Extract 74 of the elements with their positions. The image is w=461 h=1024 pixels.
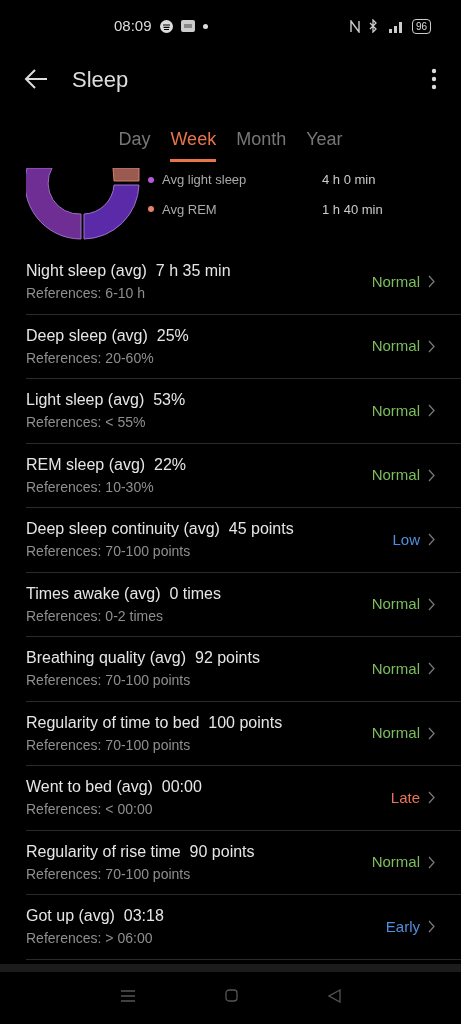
metric-title: Night sleep (avg) 7 h 35 min <box>26 261 231 282</box>
metric-status: Early <box>385 916 420 937</box>
metric-reference: References: 0-2 times <box>26 606 164 626</box>
chevron-right-icon <box>428 404 435 418</box>
metric-row[interactable]: Deep sleep (avg) 25% References: 20-60% Normal <box>26 314 461 379</box>
metric-reference: References: 70-100 points <box>26 671 192 691</box>
chevron-right-icon <box>428 533 435 547</box>
chevron-right-icon <box>428 855 435 869</box>
legend-label: Avg REM <box>162 200 218 219</box>
more-options-icon[interactable] <box>431 68 437 90</box>
metric-status: Normal <box>371 465 420 485</box>
metric-row[interactable]: REM sleep (avg) 22% References: 10-30% Normal <box>26 443 461 508</box>
metric-title: Times awake (avg) 0 times <box>26 583 221 604</box>
metric-status: Normal <box>371 723 420 743</box>
period-tab[interactable]: Week <box>170 126 217 162</box>
metric-reference: References: 20-60% <box>26 348 155 368</box>
legend-value: 1 h 40 min <box>322 200 383 219</box>
metric-status: Normal <box>371 594 420 614</box>
metric-status: Normal <box>371 852 420 872</box>
metric-title: Deep sleep (avg) 25% <box>26 325 189 346</box>
metric-title: Went to bed (avg) 00:00 <box>26 777 202 798</box>
chevron-right-icon <box>428 662 435 676</box>
chevron-right-icon <box>428 791 435 805</box>
chevron-right-icon <box>428 726 435 740</box>
chevron-right-icon <box>428 597 435 611</box>
legend-value: 4 h 0 min <box>322 171 376 189</box>
metric-title: Light sleep (avg) 53% <box>26 390 186 411</box>
chevron-right-icon <box>428 468 435 482</box>
chevron-right-icon <box>428 275 435 289</box>
metric-title: REM sleep (avg) 22% <box>26 454 187 475</box>
metric-title: Deep sleep continuity (avg) 45 points <box>26 519 294 540</box>
notification-dot-icon <box>202 23 208 29</box>
signal-icon <box>387 19 404 33</box>
metric-status: Normal <box>371 271 420 292</box>
metric-row[interactable]: Regularity of time to bed 100 points References: 70-100 points Normal <box>26 701 461 766</box>
home-icon[interactable] <box>224 989 238 1002</box>
metric-row[interactable]: Breathing quality (avg) 92 points References: 70-100 points Normal <box>26 637 461 702</box>
metric-row[interactable]: Regularity of rise time 90 points References: 70-100 points Normal <box>26 830 461 895</box>
metric-row[interactable]: Deep sleep continuity (avg) 45 points References: 70-100 points Low <box>26 508 461 573</box>
metric-reference: References: 6-10 h <box>26 284 147 304</box>
metric-reference: References: 70-100 points <box>26 735 192 755</box>
metric-title: Breathing quality (avg) 92 points <box>26 648 260 669</box>
metric-reference: References: < 00:00 <box>26 800 154 820</box>
metric-row[interactable]: Went to bed (avg) 00:00 References: < 00:00 Late <box>26 766 461 831</box>
metric-row[interactable]: Light sleep (avg) 53% References: < 55% Normal <box>26 379 461 444</box>
menu-icon[interactable] <box>120 989 135 1002</box>
battery-indicator: 96 <box>411 18 431 34</box>
metric-reference: References: > 06:00 <box>26 929 154 949</box>
metric-reference: References: 70-100 points <box>26 864 192 884</box>
back-icon[interactable] <box>24 69 48 89</box>
metric-title: Got up (avg) 03:18 <box>26 906 164 927</box>
period-tab[interactable]: Day <box>118 126 151 162</box>
metric-title: Regularity of rise time 90 points <box>26 841 255 862</box>
period-tab[interactable]: Month <box>236 126 287 162</box>
metric-status: Normal <box>371 336 420 356</box>
metric-status: Normal <box>371 400 420 421</box>
metric-status: Low <box>392 529 420 550</box>
metric-reference: References: < 55% <box>26 413 147 433</box>
metric-status: Normal <box>371 658 420 679</box>
chevron-right-icon <box>428 920 435 934</box>
metric-status: Late <box>390 787 420 808</box>
page-title: Sleep <box>72 65 129 94</box>
metric-reference: References: 70-100 points <box>26 542 192 562</box>
metric-title: Regularity of time to bed 100 points <box>26 712 283 733</box>
nfc-icon <box>349 19 360 33</box>
back-nav-icon[interactable] <box>327 988 341 1003</box>
metric-row[interactable]: Got up (avg) 03:18 References: > 06:00 Early <box>26 895 461 960</box>
metric-row[interactable]: Times awake (avg) 0 times References: 0-2 times Normal <box>26 572 461 637</box>
legend-label: Avg light sleep <box>162 171 248 189</box>
period-tab[interactable]: Year <box>306 126 343 162</box>
metric-reference: References: 10-30% <box>26 477 155 497</box>
status-time: 08:09 <box>114 15 152 36</box>
metric-row[interactable]: Night sleep (avg) 7 h 35 min References: 6-10 h Normal <box>26 250 461 315</box>
chevron-right-icon <box>428 339 435 353</box>
